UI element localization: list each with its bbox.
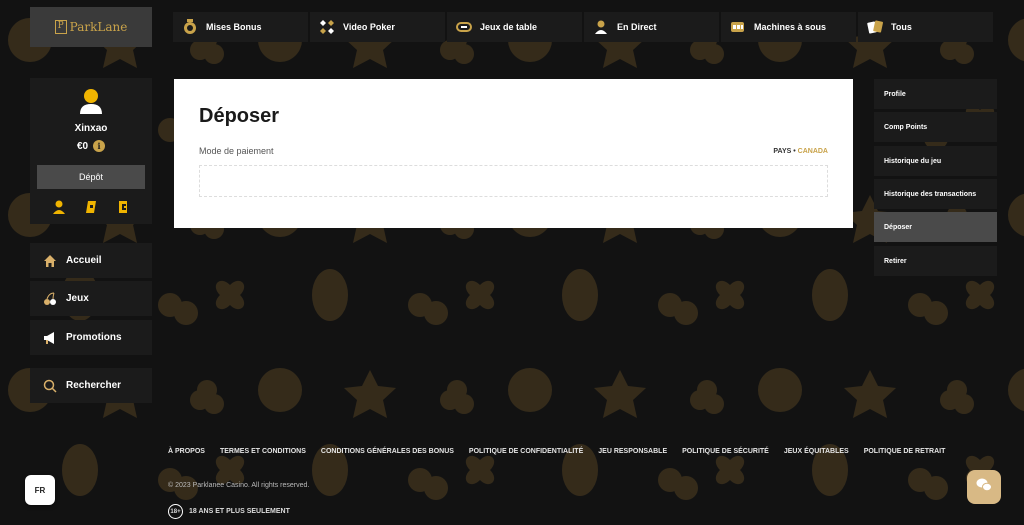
sidemenu-label: Accueil bbox=[66, 255, 102, 266]
tab-label: Mises Bonus bbox=[206, 22, 262, 32]
country-selector[interactable]: PAYS • CANADA bbox=[773, 148, 828, 155]
tab-label: Video Poker bbox=[343, 22, 395, 32]
chat-button[interactable] bbox=[967, 470, 1001, 504]
medal-icon bbox=[181, 18, 199, 36]
sidemenu-item-rechercher[interactable]: Rechercher bbox=[30, 368, 152, 403]
dealer-icon bbox=[592, 18, 610, 36]
balance: €0 bbox=[76, 140, 89, 152]
home-icon bbox=[42, 253, 58, 269]
sidemenu-label: Jeux bbox=[66, 293, 89, 304]
deposit-button[interactable]: Dépôt bbox=[37, 165, 145, 189]
tab-label: Machines à sous bbox=[754, 22, 827, 32]
sidemenu-label: Rechercher bbox=[66, 380, 122, 391]
age-text: 18 ANS ET PLUS SEULEMENT bbox=[189, 508, 290, 515]
logo[interactable]: P ParkLane bbox=[30, 7, 152, 47]
top-nav: Mises Bonus Video Poker Jeux de table En… bbox=[173, 12, 993, 42]
tab-en-direct[interactable]: En Direct bbox=[584, 12, 719, 42]
footer-link-fair-games[interactable]: JEUX ÉQUITABLES bbox=[784, 448, 849, 455]
language-button[interactable]: FR bbox=[25, 475, 55, 505]
footer-link-terms[interactable]: TERMES ET CONDITIONS bbox=[220, 448, 306, 455]
footer-link-bonus-terms[interactable]: CONDITIONS GÉNÉRALES DES BONUS bbox=[321, 448, 454, 455]
tab-tous[interactable]: Tous bbox=[858, 12, 993, 42]
sidemenu-label: Promotions bbox=[66, 332, 122, 343]
footer-link-responsible-gaming[interactable]: JEU RESPONSABLE bbox=[598, 448, 667, 455]
sidemenu-item-jeux[interactable]: Jeux bbox=[30, 281, 152, 316]
deposit-panel: Déposer Mode de paiement PAYS • CANADA bbox=[174, 79, 853, 228]
payment-methods-area[interactable] bbox=[199, 165, 828, 197]
logo-text: ParkLane bbox=[69, 20, 128, 34]
sidemenu-item-promotions[interactable]: Promotions bbox=[30, 320, 152, 355]
page-title: Déposer bbox=[199, 105, 280, 127]
age-badge-icon: 18+ bbox=[168, 504, 183, 519]
cherries-icon bbox=[42, 291, 58, 307]
balance-row: €0 i bbox=[76, 140, 106, 152]
profile-icon[interactable] bbox=[52, 200, 66, 219]
sidemenu-item-accueil[interactable]: Accueil bbox=[30, 243, 152, 278]
tab-label: Jeux de table bbox=[480, 22, 538, 32]
account-menu-deposit[interactable]: Déposer bbox=[874, 212, 997, 242]
tab-mises-bonus[interactable]: Mises Bonus bbox=[173, 12, 308, 42]
table-icon bbox=[455, 18, 473, 36]
account-menu-transaction-history[interactable]: Historique des transactions bbox=[874, 179, 997, 209]
footer-links: À PROPOS TERMES ET CONDITIONS CONDITIONS… bbox=[168, 448, 945, 455]
country-value: CANADA bbox=[797, 147, 828, 155]
chat-icon bbox=[976, 478, 992, 497]
footer-link-security[interactable]: POLITIQUE DE SÉCURITÉ bbox=[682, 448, 769, 455]
quick-icons bbox=[52, 200, 130, 219]
tab-label: Tous bbox=[891, 22, 912, 32]
logo-mark: P bbox=[54, 20, 67, 34]
cards-icon bbox=[866, 18, 884, 36]
tab-jeux-de-table[interactable]: Jeux de table bbox=[447, 12, 582, 42]
slot-machine-icon bbox=[729, 18, 747, 36]
info-icon[interactable]: i bbox=[93, 140, 106, 152]
age-restriction: 18+ 18 ANS ET PLUS SEULEMENT bbox=[168, 504, 290, 519]
megaphone-icon bbox=[42, 330, 58, 346]
tab-label: En Direct bbox=[617, 22, 657, 32]
user-card: Xinxao €0 i Dépôt bbox=[30, 78, 152, 224]
username: Xinxao bbox=[74, 123, 108, 134]
card-suits-icon bbox=[318, 18, 336, 36]
search-icon bbox=[42, 378, 58, 394]
avatar-icon[interactable] bbox=[78, 88, 104, 121]
country-label: PAYS bbox=[773, 147, 792, 155]
footer-link-withdrawal-policy[interactable]: POLITIQUE DE RETRAIT bbox=[864, 448, 946, 455]
tab-machines-a-sous[interactable]: Machines à sous bbox=[721, 12, 856, 42]
comp-points-icon[interactable] bbox=[116, 200, 130, 219]
account-menu-withdraw[interactable]: Retirer bbox=[874, 246, 997, 276]
account-menu-comp-points[interactable]: Comp Points bbox=[874, 112, 997, 142]
footer-link-privacy[interactable]: POLITIQUE DE CONFIDENTIALITÉ bbox=[469, 448, 583, 455]
tab-video-poker[interactable]: Video Poker bbox=[310, 12, 445, 42]
account-menu-game-history[interactable]: Historique du jeu bbox=[874, 146, 997, 176]
payment-method-header: Mode de paiement PAYS • CANADA bbox=[199, 146, 828, 156]
footer-link-about[interactable]: À PROPOS bbox=[168, 448, 205, 455]
ticket-icon[interactable] bbox=[84, 200, 98, 219]
copyright: © 2023 Parklanee Casino. All rights rese… bbox=[168, 482, 310, 489]
account-menu-profile[interactable]: Profile bbox=[874, 79, 997, 109]
payment-method-label: Mode de paiement bbox=[199, 146, 274, 156]
